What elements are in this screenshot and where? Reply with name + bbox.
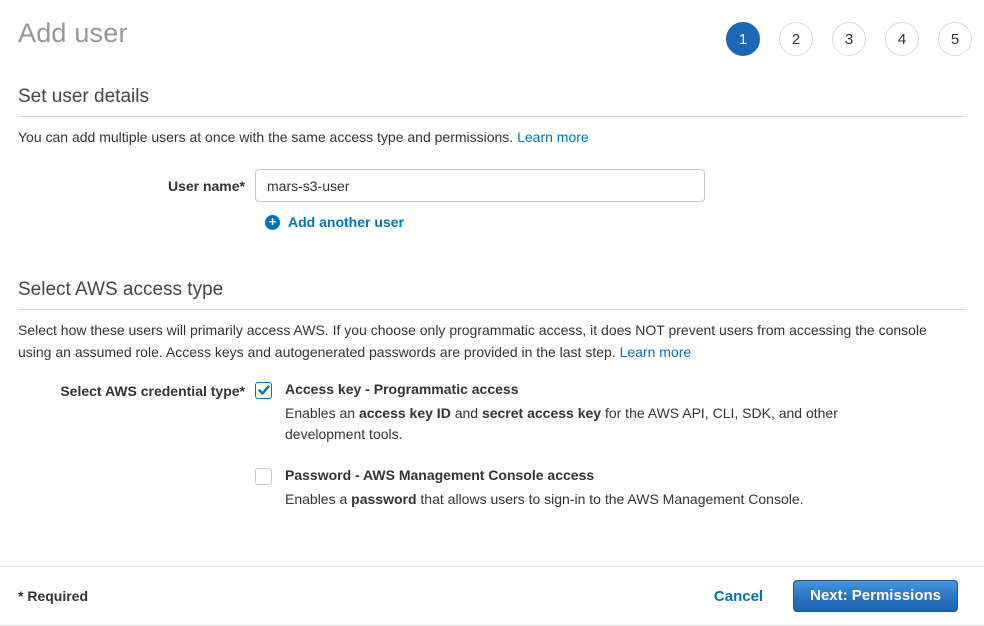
user-details-intro-text: You can add multiple users at once with … — [18, 129, 517, 145]
password-option-text: Password - AWS Management Console access… — [285, 467, 804, 510]
set-user-details-section: Set user details You can add multiple us… — [18, 86, 966, 231]
credential-type-form-row: Select AWS credential type* Access key -… — [18, 381, 966, 532]
desc-text: Enables an — [285, 405, 359, 421]
wizard-footer: * Required Cancel Next: Permissions — [0, 566, 984, 626]
set-user-details-heading: Set user details — [18, 86, 966, 108]
desc-bold: secret access key — [482, 405, 601, 421]
access-key-option-title: Access key - Programmatic access — [285, 381, 843, 398]
section-divider — [18, 116, 966, 117]
desc-text: that allows users to sign-in to the AWS … — [417, 491, 804, 507]
wizard-step-indicator: 1 2 3 4 5 — [726, 22, 972, 56]
plus-circle-icon: + — [265, 215, 280, 230]
cancel-button[interactable]: Cancel — [714, 588, 763, 605]
page-header: Add user 1 2 3 4 5 — [0, 0, 984, 56]
credential-options: Access key - Programmatic access Enables… — [255, 381, 966, 532]
access-key-option-text: Access key - Programmatic access Enables… — [285, 381, 843, 445]
password-option-desc: Enables a password that allows users to … — [285, 489, 804, 510]
select-access-type-section: Select AWS access type Select how these … — [18, 279, 966, 532]
access-type-intro-text: Select how these users will primarily ac… — [18, 322, 927, 360]
page-title: Add user — [18, 18, 128, 49]
add-another-user-label: Add another user — [288, 214, 404, 230]
step-indicator-2: 2 — [779, 22, 813, 56]
user-details-intro: You can add multiple users at once with … — [18, 126, 966, 148]
step-indicator-5: 5 — [938, 22, 972, 56]
checkmark-icon — [258, 385, 270, 396]
password-option-title: Password - AWS Management Console access — [285, 467, 804, 484]
desc-text: Enables a — [285, 491, 351, 507]
desc-bold: password — [351, 491, 416, 507]
username-input[interactable] — [255, 169, 705, 202]
access-key-option-desc: Enables an access key ID and secret acce… — [285, 403, 843, 445]
username-label: User name* — [18, 178, 255, 194]
select-access-type-heading: Select AWS access type — [18, 279, 966, 301]
next-permissions-button[interactable]: Next: Permissions — [793, 580, 958, 612]
password-option: Password - AWS Management Console access… — [255, 467, 966, 510]
access-key-checkbox[interactable] — [255, 382, 272, 399]
access-type-intro: Select how these users will primarily ac… — [18, 319, 966, 363]
add-user-wizard-page: Add user 1 2 3 4 5 Set user details You … — [0, 0, 984, 626]
step-indicator-4: 4 — [885, 22, 919, 56]
required-note: * Required — [18, 588, 88, 604]
section-divider — [18, 309, 966, 310]
desc-bold: access key ID — [359, 405, 451, 421]
add-another-user-button[interactable]: + Add another user — [265, 214, 404, 230]
learn-more-link-access-type[interactable]: Learn more — [620, 344, 692, 360]
password-checkbox[interactable] — [255, 468, 272, 485]
username-form-row: User name* — [18, 169, 966, 202]
learn-more-link-user-details[interactable]: Learn more — [517, 129, 589, 145]
credential-type-label: Select AWS credential type* — [18, 381, 255, 399]
access-key-option: Access key - Programmatic access Enables… — [255, 381, 966, 445]
step-indicator-3: 3 — [832, 22, 866, 56]
step-indicator-1: 1 — [726, 22, 760, 56]
desc-text: and — [451, 405, 482, 421]
add-another-user-row: + Add another user — [265, 213, 966, 231]
